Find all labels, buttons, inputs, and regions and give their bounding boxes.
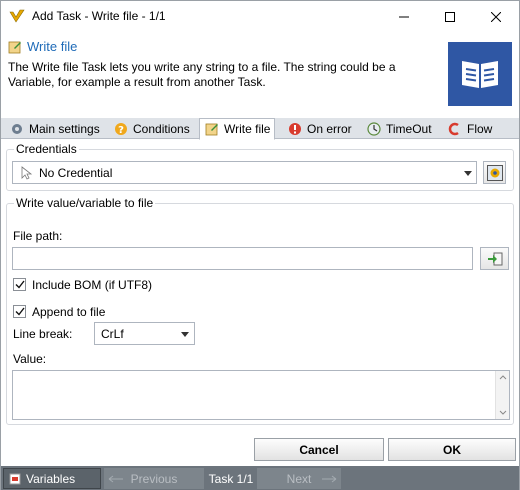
- minimize-button[interactable]: [381, 1, 427, 32]
- title-bar[interactable]: Add Task - Write file - 1/1: [1, 1, 519, 32]
- gear-icon: [486, 164, 503, 181]
- chevron-down-icon: [464, 171, 472, 176]
- tab-flow[interactable]: Flow: [443, 118, 496, 139]
- arrow-left-icon: [108, 475, 123, 483]
- previous-button[interactable]: Previous: [104, 468, 204, 489]
- line-break-select[interactable]: CrLf: [94, 322, 195, 345]
- tab-label: Flow: [467, 121, 493, 136]
- chevron-down-icon: [181, 332, 189, 337]
- next-label: Next: [286, 471, 312, 486]
- window-title: Add Task - Write file - 1/1: [32, 9, 166, 23]
- tab-label: Write file: [224, 122, 271, 136]
- question-icon: ?: [113, 121, 129, 137]
- tab-label: Main settings: [29, 121, 100, 136]
- variables-button[interactable]: Variables: [3, 468, 101, 489]
- file-path-input[interactable]: [12, 247, 473, 270]
- credentials-group: Credentials No Credential: [6, 142, 514, 191]
- error-icon: [287, 121, 303, 137]
- close-button[interactable]: [473, 1, 519, 32]
- write-file-icon: [204, 121, 220, 137]
- credential-value: No Credential: [39, 165, 113, 180]
- tab-on-error[interactable]: On error: [283, 118, 356, 139]
- file-path-label: File path:: [13, 229, 63, 243]
- tab-conditions[interactable]: ? Conditions: [109, 118, 194, 139]
- gear-icon: [9, 121, 25, 137]
- checkmark-icon: [15, 280, 25, 289]
- previous-label: Previous: [130, 471, 178, 486]
- task-counter: Task 1/1: [208, 471, 254, 486]
- include-bom-checkbox[interactable]: [13, 278, 26, 291]
- app-logo-icon: [9, 9, 25, 23]
- dialog-window: Add Task - Write file - 1/1 Write file T…: [0, 0, 520, 490]
- tab-timeout[interactable]: TimeOut: [362, 118, 436, 139]
- line-break-value: CrLf: [101, 326, 124, 341]
- tab-label: On error: [307, 121, 352, 136]
- append-to-file-checkbox[interactable]: [13, 305, 26, 318]
- minimize-icon: [399, 16, 409, 17]
- maximize-button[interactable]: [427, 1, 473, 32]
- header-description: The Write file Task lets you write any s…: [8, 60, 396, 89]
- browse-file-button[interactable]: [480, 247, 509, 270]
- book-icon: [448, 42, 512, 106]
- close-icon: [491, 11, 501, 22]
- maximize-icon: [445, 11, 455, 22]
- tab-write-file[interactable]: Write file: [199, 118, 276, 140]
- variables-icon: [9, 473, 21, 484]
- cancel-button[interactable]: Cancel: [254, 438, 384, 461]
- credential-select[interactable]: No Credential: [12, 161, 477, 184]
- arrow-right-icon: [322, 475, 337, 483]
- tab-main-settings[interactable]: Main settings: [5, 118, 104, 139]
- write-value-legend: Write value/variable to file: [14, 196, 156, 210]
- flow-icon: [447, 121, 463, 137]
- include-bom-label: Include BOM (if UTF8): [32, 278, 153, 292]
- timeout-icon: [366, 121, 382, 137]
- append-to-file-label: Append to file: [32, 305, 106, 319]
- svg-text:?: ?: [118, 125, 124, 136]
- line-break-label: Line break:: [13, 327, 73, 341]
- scroll-down-icon[interactable]: [496, 407, 510, 417]
- checkmark-icon: [15, 307, 25, 316]
- tab-label: Conditions: [133, 121, 190, 136]
- credential-settings-button[interactable]: [483, 161, 506, 184]
- value-scrollbar[interactable]: [495, 371, 509, 419]
- variables-label: Variables: [26, 471, 76, 486]
- value-label: Value:: [13, 352, 47, 366]
- value-textarea[interactable]: [12, 370, 510, 420]
- cursor-icon: [21, 165, 33, 180]
- write-value-group: Write value/variable to file File path: …: [6, 196, 514, 425]
- write-file-icon: [8, 41, 21, 54]
- browse-arrow-icon: [487, 252, 502, 265]
- status-bar: Variables Previous Task 1/1 Next: [1, 466, 519, 490]
- credentials-legend: Credentials: [14, 142, 79, 156]
- ok-button[interactable]: OK: [388, 438, 516, 461]
- task-header: Write file The Write file Task lets you …: [1, 32, 519, 118]
- next-button[interactable]: Next: [257, 468, 341, 489]
- scroll-up-icon[interactable]: [496, 373, 510, 383]
- header-title: Write file: [27, 39, 78, 54]
- tab-label: TimeOut: [386, 121, 432, 136]
- tab-bar: Main settings ? Conditions Write file On…: [1, 118, 519, 140]
